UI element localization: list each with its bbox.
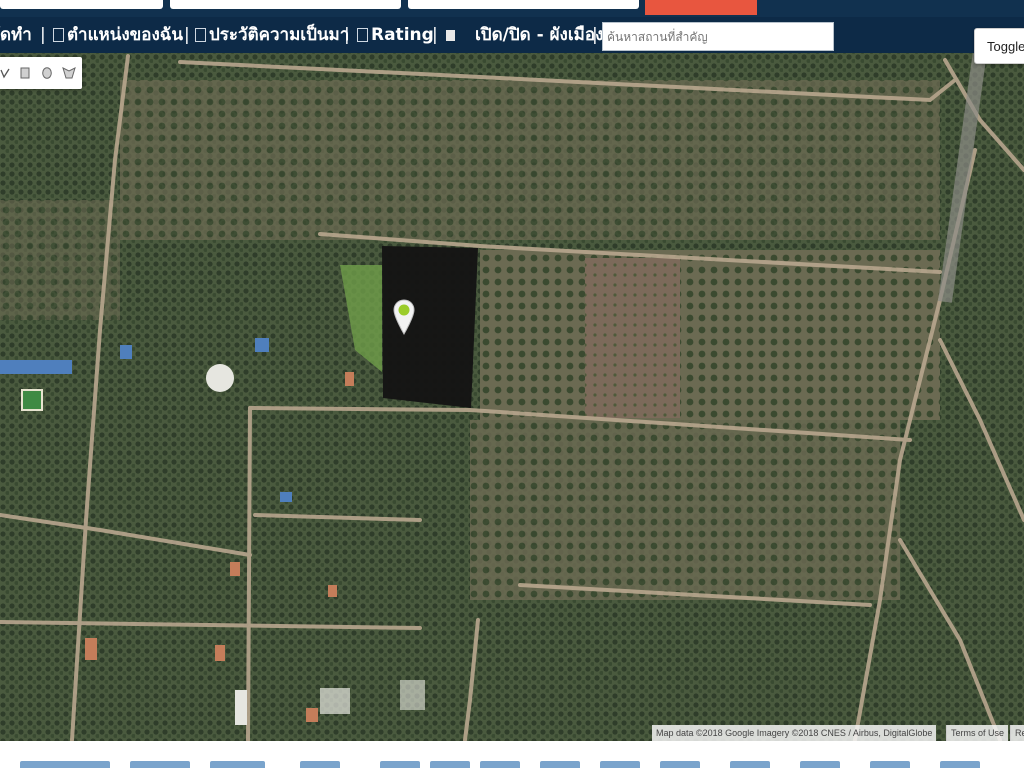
history-icon — [195, 28, 206, 42]
nav-item-rating[interactable]: Rating — [357, 17, 434, 53]
taskbar-item[interactable] — [20, 761, 110, 768]
layers-icon — [446, 29, 455, 41]
toggle-button[interactable]: Toggle — [974, 28, 1024, 64]
top-field-1[interactable] — [0, 0, 163, 9]
location-icon — [53, 28, 64, 42]
nav-item-history-label: ประวัติความเป็นมา — [209, 25, 350, 45]
star-icon — [357, 28, 368, 42]
terms-of-use-link[interactable]: Terms of Use — [946, 725, 1009, 741]
map-attribution: Map data ©2018 Google Imagery ©2018 CNES… — [652, 725, 937, 741]
taskbar-item[interactable] — [210, 761, 265, 768]
main-navbar: ัดทำ | ตำแหน่งของฉัน | ประวัติความเป็นมา… — [0, 17, 1024, 53]
nav-item-zoning-toggle[interactable]: เปิด/ปิด - ผังเมือง — [446, 17, 603, 53]
taskbar-item[interactable] — [660, 761, 700, 768]
taskbar-item[interactable] — [130, 761, 190, 768]
nav-separator: | — [344, 25, 350, 45]
nav-item-history[interactable]: ประวัติความเป็นมา — [195, 17, 349, 53]
taskbar-item[interactable] — [870, 761, 910, 768]
taskbar-item[interactable] — [300, 761, 340, 768]
taskbar-item[interactable] — [800, 761, 840, 768]
satellite-map[interactable] — [0, 53, 1024, 741]
rectangle-icon[interactable] — [20, 67, 30, 79]
taskbar-item[interactable] — [730, 761, 770, 768]
nav-item-zoning-label: เปิด/ปิด - ผังเมือง — [475, 25, 604, 45]
drawing-toolbar — [0, 57, 82, 89]
taskbar — [0, 741, 1024, 768]
taskbar-item[interactable] — [940, 761, 980, 768]
nav-item-my-location-label: ตำแหน่งของฉัน — [67, 25, 184, 45]
nav-item-my-location[interactable]: ตำแหน่งของฉัน — [53, 17, 183, 53]
nav-item-rating-label: Rating — [371, 25, 434, 45]
report-error-link[interactable]: Re — [1010, 725, 1024, 741]
taskbar-item[interactable] — [540, 761, 580, 768]
top-field-3[interactable] — [408, 0, 639, 9]
nav-separator: | — [432, 25, 438, 45]
nav-separator: | — [592, 25, 598, 45]
top-strip — [0, 0, 1024, 17]
taskbar-item[interactable] — [480, 761, 520, 768]
circle-icon[interactable] — [42, 67, 52, 79]
app-window: ัดทำ | ตำแหน่งของฉัน | ประวัติความเป็นมา… — [0, 0, 1024, 768]
polygon-icon[interactable] — [62, 67, 76, 79]
pencil-icon[interactable] — [0, 67, 10, 79]
landmark-search-input[interactable] — [602, 22, 834, 51]
satellite-imagery — [0, 53, 1024, 741]
taskbar-item[interactable] — [430, 761, 470, 768]
top-field-2[interactable] — [170, 0, 401, 9]
nav-separator: | — [40, 25, 46, 45]
map-pin-icon[interactable] — [393, 299, 415, 335]
taskbar-item[interactable] — [380, 761, 420, 768]
top-submit-button[interactable] — [645, 0, 757, 15]
nav-item-create[interactable]: ัดทำ — [0, 17, 32, 53]
nav-separator: | — [184, 25, 190, 45]
taskbar-item[interactable] — [600, 761, 640, 768]
